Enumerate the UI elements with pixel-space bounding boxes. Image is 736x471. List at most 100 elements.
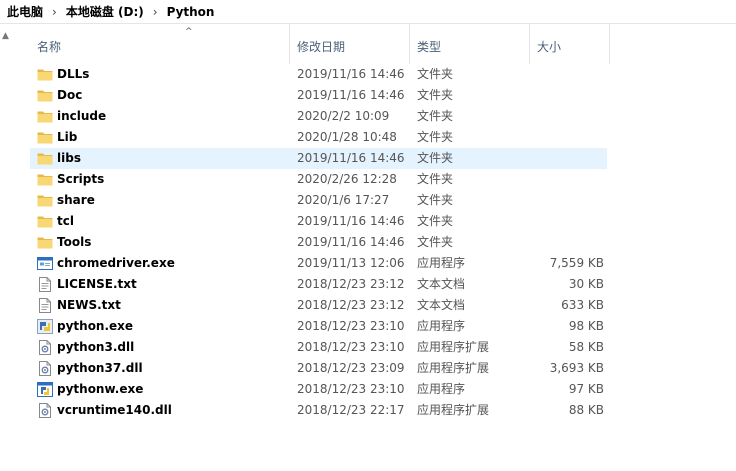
file-type: 应用程序 bbox=[417, 256, 466, 270]
dll-icon bbox=[37, 403, 53, 418]
file-name: LICENSE.txt bbox=[57, 277, 137, 291]
file-date: 2018/12/23 22:17 bbox=[297, 403, 405, 417]
file-name: Tools bbox=[57, 235, 92, 249]
file-name: chromedriver.exe bbox=[57, 256, 175, 270]
python-icon bbox=[37, 319, 53, 334]
file-name: python.exe bbox=[57, 319, 134, 333]
column-header-name[interactable]: 名称 ^ bbox=[30, 24, 290, 64]
exe-icon bbox=[37, 256, 53, 271]
folder-icon bbox=[37, 130, 53, 145]
file-name: python37.dll bbox=[57, 361, 143, 375]
file-name: Scripts bbox=[57, 172, 105, 186]
column-header-size-label: 大小 bbox=[537, 40, 562, 54]
file-date: 2019/11/16 14:46 bbox=[297, 235, 405, 249]
file-type: 应用程序扩展 bbox=[417, 403, 490, 417]
file-row[interactable]: libs 2019/11/16 14:46 文件夹 bbox=[30, 148, 607, 169]
file-name: Doc bbox=[57, 88, 83, 102]
file-row[interactable]: NEWS.txt 2018/12/23 23:12 文本文档 633 KB bbox=[30, 295, 607, 316]
file-type: 文本文档 bbox=[417, 277, 466, 291]
file-row[interactable]: chromedriver.exe 2019/11/13 12:06 应用程序 7,55… bbox=[30, 253, 607, 274]
file-row[interactable]: Lib 2020/1/28 10:48 文件夹 bbox=[30, 127, 607, 148]
file-date: 2020/2/2 10:09 bbox=[297, 109, 390, 123]
file-type: 文件夹 bbox=[417, 67, 454, 81]
folder-icon bbox=[37, 172, 53, 187]
file-date: 2018/12/23 23:12 bbox=[297, 298, 405, 312]
text-file-icon bbox=[37, 277, 53, 292]
file-name: tcl bbox=[57, 214, 74, 228]
file-row[interactable]: tcl 2019/11/16 14:46 文件夹 bbox=[30, 211, 607, 232]
file-list: DLLs 2019/11/16 14:46 文件夹 Doc 2019/11/16 14:… bbox=[30, 64, 610, 421]
file-date: 2019/11/16 14:46 bbox=[297, 67, 405, 81]
folder-icon bbox=[37, 67, 53, 82]
file-date: 2018/12/23 23:10 bbox=[297, 319, 405, 333]
file-row[interactable]: Tools 2019/11/16 14:46 文件夹 bbox=[30, 232, 607, 253]
file-type: 应用程序扩展 bbox=[417, 361, 490, 375]
file-row[interactable]: python.exe 2018/12/23 23:10 应用程序 98 KB bbox=[30, 316, 607, 337]
file-row[interactable]: LICENSE.txt 2018/12/23 23:12 文本文档 30 KB bbox=[30, 274, 607, 295]
file-size: 3,693 KB bbox=[549, 361, 604, 375]
folder-icon bbox=[37, 109, 53, 124]
breadcrumb-chevron-icon[interactable]: › bbox=[146, 5, 165, 19]
file-date: 2018/12/23 23:10 bbox=[297, 340, 405, 354]
file-date: 2018/12/23 23:12 bbox=[297, 277, 405, 291]
scroll-up-icon[interactable]: ▲ bbox=[2, 31, 9, 41]
file-type: 文件夹 bbox=[417, 151, 454, 165]
file-date: 2019/11/13 12:06 bbox=[297, 256, 405, 270]
file-type: 文本文档 bbox=[417, 298, 466, 312]
file-row[interactable]: Scripts 2020/2/26 12:28 文件夹 bbox=[30, 169, 607, 190]
folder-icon bbox=[37, 193, 53, 208]
folder-icon bbox=[37, 88, 53, 103]
file-date: 2019/11/16 14:46 bbox=[297, 151, 405, 165]
file-row[interactable]: python3.dll 2018/12/23 23:10 应用程序扩展 58 KB bbox=[30, 337, 607, 358]
file-name: libs bbox=[57, 151, 81, 165]
breadcrumb-this-pc[interactable]: 此电脑 bbox=[0, 3, 45, 20]
folder-icon bbox=[37, 214, 53, 229]
file-type: 文件夹 bbox=[417, 235, 454, 249]
file-name: Lib bbox=[57, 130, 78, 144]
file-type: 文件夹 bbox=[417, 172, 454, 186]
file-date: 2020/2/26 12:28 bbox=[297, 172, 397, 186]
file-date: 2020/1/28 10:48 bbox=[297, 130, 397, 144]
column-header-date[interactable]: 修改日期 bbox=[290, 24, 410, 64]
navigation-pane-edge: ▲ bbox=[0, 25, 14, 471]
column-header-name-label: 名称 bbox=[37, 40, 62, 54]
file-explorer-window: 此电脑 › 本地磁盘 (D:) › Python ▲ 名称 ^ 修改日期 类型 … bbox=[0, 0, 736, 471]
file-type: 文件夹 bbox=[417, 109, 454, 123]
file-date: 2020/1/6 17:27 bbox=[297, 193, 390, 207]
file-row[interactable]: pythonw.exe 2018/12/23 23:10 应用程序 97 KB bbox=[30, 379, 607, 400]
sort-ascending-icon: ^ bbox=[185, 27, 193, 37]
file-row[interactable]: python37.dll 2018/12/23 23:09 应用程序扩展 3,693 … bbox=[30, 358, 607, 379]
file-size: 88 KB bbox=[568, 403, 604, 417]
file-row[interactable]: include 2020/2/2 10:09 文件夹 bbox=[30, 106, 607, 127]
file-date: 2018/12/23 23:10 bbox=[297, 382, 405, 396]
breadcrumb-drive-d[interactable]: 本地磁盘 (D:) bbox=[64, 3, 146, 20]
file-type: 应用程序 bbox=[417, 319, 466, 333]
file-type: 文件夹 bbox=[417, 88, 454, 102]
folder-icon bbox=[37, 235, 53, 250]
breadcrumb-chevron-icon[interactable]: › bbox=[45, 5, 64, 19]
file-type: 文件夹 bbox=[417, 214, 454, 228]
breadcrumb-python[interactable]: Python bbox=[165, 5, 217, 19]
file-row[interactable]: vcruntime140.dll 2018/12/23 22:17 应用程序扩展 88… bbox=[30, 400, 607, 421]
file-size: 633 KB bbox=[561, 298, 604, 312]
column-header-date-label: 修改日期 bbox=[297, 40, 346, 54]
text-file-icon bbox=[37, 298, 53, 313]
file-name: share bbox=[57, 193, 95, 207]
column-header-type-label: 类型 bbox=[417, 40, 442, 54]
file-date: 2018/12/23 23:09 bbox=[297, 361, 405, 375]
file-row[interactable]: Doc 2019/11/16 14:46 文件夹 bbox=[30, 85, 607, 106]
file-size: 97 KB bbox=[568, 382, 604, 396]
column-header-type[interactable]: 类型 bbox=[410, 24, 530, 64]
file-size: 58 KB bbox=[568, 340, 604, 354]
file-name: vcruntime140.dll bbox=[57, 403, 172, 417]
dll-icon bbox=[37, 361, 53, 376]
file-row[interactable]: DLLs 2019/11/16 14:46 文件夹 bbox=[30, 64, 607, 85]
file-date: 2019/11/16 14:46 bbox=[297, 88, 405, 102]
address-bar[interactable]: 此电脑 › 本地磁盘 (D:) › Python bbox=[0, 0, 736, 24]
file-name: NEWS.txt bbox=[57, 298, 121, 312]
column-header-size[interactable]: 大小 bbox=[530, 24, 610, 64]
file-type: 应用程序扩展 bbox=[417, 340, 490, 354]
file-row[interactable]: share 2020/1/6 17:27 文件夹 bbox=[30, 190, 607, 211]
file-name: DLLs bbox=[57, 67, 90, 81]
file-type: 文件夹 bbox=[417, 130, 454, 144]
